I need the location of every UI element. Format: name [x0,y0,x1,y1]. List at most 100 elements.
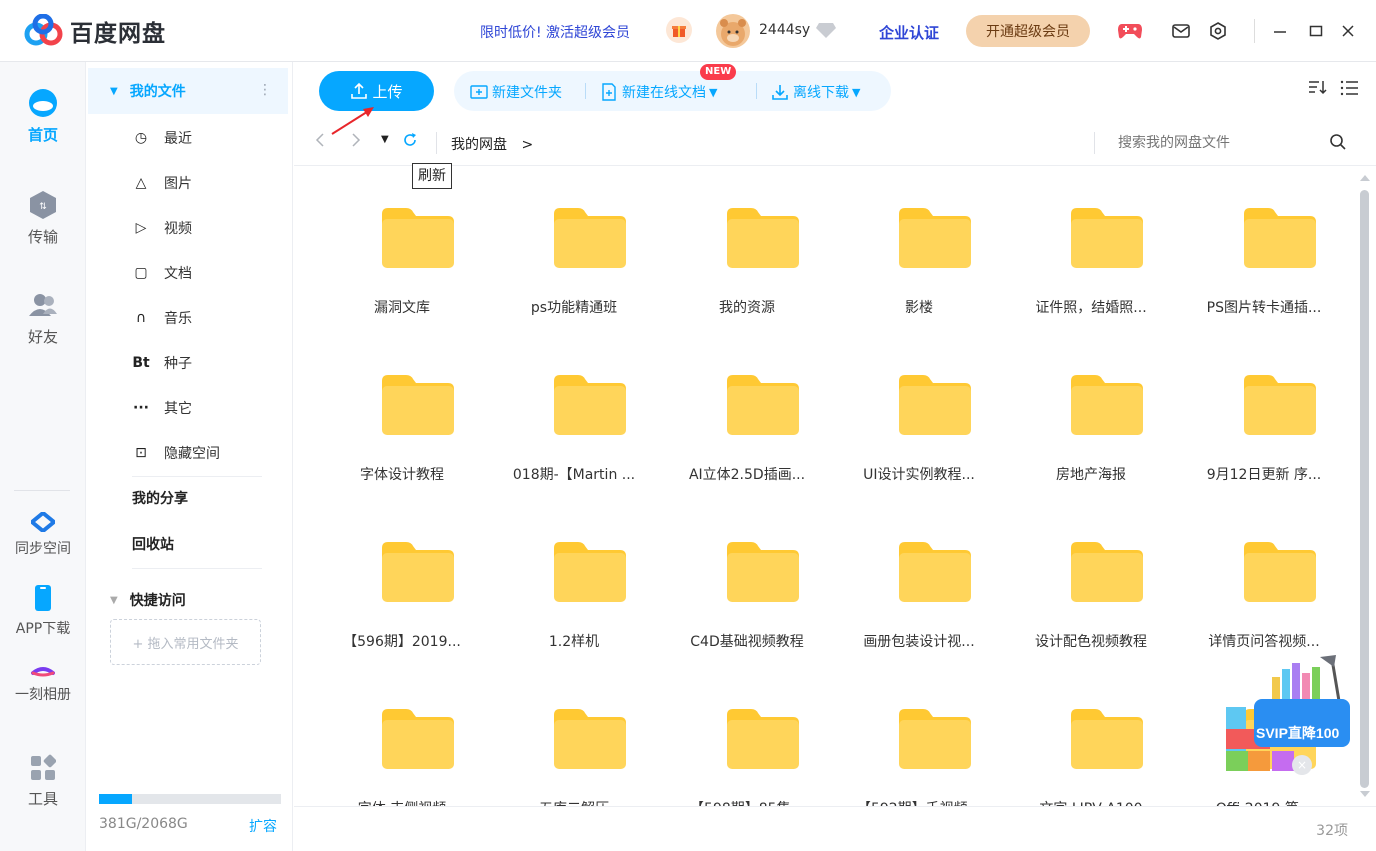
close-icon[interactable] [1336,19,1360,43]
file-item[interactable]: 018期-【Martin ... [488,335,660,502]
file-name: 字体 丰侧视频 [316,798,488,806]
history-dropdown-icon[interactable]: ▼ [381,134,389,145]
sidebar-item-my-share[interactable]: 我的分享 [132,488,188,508]
item-count: 32项 [1316,823,1348,839]
sidebar-item-videos[interactable]: ▷ 视频 [86,208,293,248]
file-item[interactable]: PS图片转卡通插... [1178,168,1350,335]
file-item[interactable]: 文字 LIPV A100 [1005,669,1177,806]
refresh-icon[interactable] [402,132,418,152]
file-item[interactable]: 我的资源 [661,168,833,335]
rail-item-app-download[interactable]: APP下载 [0,584,86,638]
scroll-down-icon[interactable] [1359,790,1371,798]
file-item[interactable]: 影楼 [833,168,1005,335]
sort-icon[interactable] [1308,79,1328,101]
new-folder-button[interactable]: 新建文件夹 [470,82,562,102]
file-item[interactable]: 设计配色视频教程 [1005,502,1177,669]
gift-icon[interactable] [666,17,692,43]
rail-item-tools[interactable]: 工具 [0,754,86,809]
file-item[interactable]: 房地产海报 [1005,335,1177,502]
file-item[interactable]: C4D基础视频教程 [661,502,833,669]
album-icon [31,667,55,677]
file-item[interactable]: 五库二解压 [488,669,660,806]
breadcrumb[interactable]: 我的网盘 > [451,134,533,154]
collapse-triangle-icon[interactable]: ▼ [110,86,118,97]
minimize-icon[interactable] [1268,19,1292,43]
username[interactable]: 2444sy [759,22,810,38]
svip-promo-ad[interactable]: SVIP直降100 [1224,655,1352,773]
file-item[interactable]: 字体设计教程 [316,335,488,502]
file-item[interactable]: 画册包装设计视... [833,502,1005,669]
file-name: 字体设计教程 [360,467,444,483]
sidebar-item-images[interactable]: △ 图片 [86,163,293,203]
scroll-up-icon[interactable] [1359,174,1371,182]
file-item[interactable]: 漏洞文库 [316,168,488,335]
file-item[interactable]: 【596期】2019... [316,502,488,669]
folder-icon [899,709,971,769]
file-item[interactable]: 【598期】85集... [661,669,833,806]
rail-item-friends[interactable]: 好友 [0,290,86,347]
back-icon[interactable] [314,132,326,152]
list-view-icon[interactable] [1340,79,1360,101]
mail-icon[interactable] [1169,19,1193,43]
search-input[interactable] [1118,134,1298,150]
breadcrumb-arrow: > [521,137,534,153]
file-name: Offi 2019 等... [1178,798,1350,806]
file-item[interactable]: 【592期】千视频... [833,669,1005,806]
more-vertical-icon[interactable]: ⋮ [258,82,272,98]
file-item[interactable]: 1.2样机 [488,502,660,669]
sidebar-divider [132,568,262,569]
enterprise-auth-link[interactable]: 企业认证 [879,22,939,43]
file-item[interactable]: ps功能精通班 [488,168,660,335]
svip-ad-graphic-icon [1226,655,1350,771]
forward-icon[interactable] [350,132,362,152]
offline-download-button[interactable]: 离线下载 ▼ [771,82,860,102]
open-svip-button[interactable]: 开通超级会员 [966,15,1090,47]
maximize-icon[interactable] [1304,19,1328,43]
sidebar-item-label: 种子 [164,356,192,372]
rail-item-album[interactable]: 一刻相册 [0,664,86,704]
folder-icon [1071,709,1143,769]
search-icon[interactable] [1329,133,1347,155]
sidebar-item-my-files[interactable]: ▼ 我的文件 ⋮ [88,68,288,114]
sidebar-item-recycle-bin[interactable]: 回收站 [132,534,174,554]
file-item[interactable]: 9月12日更新 序... [1178,335,1350,502]
quick-access-drop-zone[interactable]: + 拖入常用文件夹 [110,619,261,665]
scrollbar-thumb[interactable] [1360,190,1369,788]
file-item[interactable]: 字体 丰侧视频 [316,669,488,806]
folder-icon [1071,542,1143,602]
rail-label-friends: 好友 [27,328,58,346]
file-item[interactable]: UI设计实例教程... [833,335,1005,502]
rail-item-sync[interactable]: 同步空间 [0,512,86,558]
quick-access-header[interactable]: ▼ 快捷访问 [110,590,186,610]
expand-storage-link[interactable]: 扩容 [249,816,277,836]
rail-label-tools: 工具 [27,790,58,808]
breadcrumb-root[interactable]: 我的网盘 [451,137,507,153]
file-item[interactable]: 证件照，结婚照... [1005,168,1177,335]
sidebar-item-others[interactable]: ··· 其它 [86,388,293,428]
settings-icon[interactable] [1206,19,1230,43]
app-logo[interactable]: 百度网盘 [24,14,166,48]
sidebar-item-torrents[interactable]: Bt 种子 [86,343,293,383]
sidebar-item-recent[interactable]: ◷ 最近 [86,118,293,158]
folder-icon [382,375,454,435]
file-name: AI立体2.5D插画... [688,467,806,483]
file-item[interactable]: AI立体2.5D插画... [661,335,833,502]
sidebar-item-music[interactable]: ∩ 音乐 [86,298,293,338]
avatar[interactable] [716,14,750,48]
friends-icon [29,294,57,316]
vertical-scrollbar[interactable] [1356,168,1376,806]
ellipsis-icon: ··· [133,400,149,416]
ad-close-icon[interactable]: × [1292,755,1312,775]
dropdown-caret-icon[interactable]: ▼ [709,86,717,99]
sidebar-item-hidden-space[interactable]: ⊡ 隐藏空间 [86,433,293,473]
promo-link[interactable]: 限时低价! 激活超级会员 [480,22,630,42]
toolbar-action-group: 新建文件夹 新建在线文档 ▼ 离线下载 ▼ [454,71,891,111]
game-icon[interactable] [1118,19,1142,43]
dropdown-caret-icon[interactable]: ▼ [852,86,860,99]
rail-item-transfer[interactable]: ⇅ 传输 [0,190,86,247]
file-item[interactable]: 详情页问答视频... [1178,502,1350,669]
file-name: UI设计实例教程... [863,467,975,483]
sidebar-item-docs[interactable]: ▢ 文档 [86,253,293,293]
new-online-doc-button[interactable]: 新建在线文档 ▼ [600,82,717,102]
rail-item-home[interactable]: 首页 [0,88,86,145]
